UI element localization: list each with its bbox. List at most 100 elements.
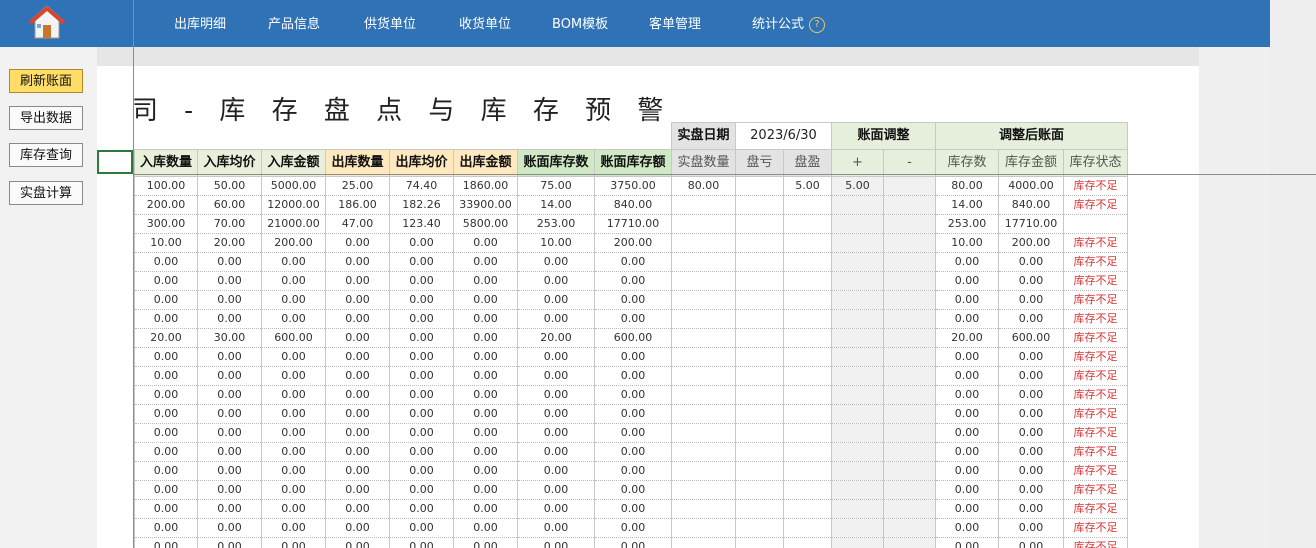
table-cell[interactable]: 0.00 bbox=[134, 461, 198, 481]
table-cell[interactable]: 75.00 bbox=[517, 176, 595, 196]
table-cell[interactable]: 840.00 bbox=[998, 195, 1064, 215]
table-cell[interactable]: 0.00 bbox=[261, 252, 326, 272]
table-cell[interactable]: 库存不足 bbox=[1063, 328, 1128, 348]
table-cell[interactable]: 20.00 bbox=[134, 328, 198, 348]
table-cell[interactable]: 17710.00 bbox=[998, 214, 1064, 234]
table-cell[interactable] bbox=[783, 404, 832, 424]
table-cell[interactable] bbox=[783, 214, 832, 234]
table-cell[interactable]: 库存不足 bbox=[1063, 480, 1128, 500]
table-cell[interactable]: 0.00 bbox=[998, 290, 1064, 310]
table-cell[interactable]: 0.00 bbox=[197, 290, 262, 310]
table-cell[interactable]: 0.00 bbox=[197, 366, 262, 386]
table-cell[interactable] bbox=[735, 347, 784, 367]
table-cell[interactable]: 20.00 bbox=[197, 233, 262, 253]
table-cell[interactable]: 200.00 bbox=[261, 233, 326, 253]
table-cell[interactable]: 0.00 bbox=[998, 423, 1064, 443]
table-cell[interactable] bbox=[783, 347, 832, 367]
table-cell[interactable]: 库存不足 bbox=[1063, 271, 1128, 291]
table-cell[interactable]: 0.00 bbox=[325, 347, 390, 367]
table-cell[interactable]: 0.00 bbox=[935, 404, 999, 424]
table-cell[interactable]: 0.00 bbox=[134, 385, 198, 405]
table-cell[interactable]: 0.00 bbox=[453, 461, 518, 481]
table-cell[interactable] bbox=[783, 195, 832, 215]
table-cell[interactable]: 0.00 bbox=[935, 309, 999, 329]
nav-item-statistics-formula[interactable]: 统计公式? bbox=[752, 13, 826, 33]
table-cell[interactable] bbox=[883, 290, 936, 310]
table-cell[interactable]: 25.00 bbox=[325, 176, 390, 196]
table-cell[interactable]: 0.00 bbox=[261, 461, 326, 481]
table-cell[interactable] bbox=[783, 461, 832, 481]
table-cell[interactable]: 5800.00 bbox=[453, 214, 518, 234]
table-cell[interactable]: 0.00 bbox=[134, 499, 198, 519]
table-cell[interactable]: 0.00 bbox=[517, 404, 595, 424]
table-cell[interactable] bbox=[1063, 214, 1128, 234]
table-cell[interactable]: 0.00 bbox=[261, 366, 326, 386]
table-cell[interactable]: 0.00 bbox=[134, 309, 198, 329]
table-cell[interactable] bbox=[883, 518, 936, 538]
table-cell[interactable]: 0.00 bbox=[453, 499, 518, 519]
table-cell[interactable] bbox=[783, 309, 832, 329]
table-cell[interactable]: 0.00 bbox=[389, 518, 454, 538]
table-cell[interactable] bbox=[883, 404, 936, 424]
table-cell[interactable]: 0.00 bbox=[594, 518, 672, 538]
table-cell[interactable]: 0.00 bbox=[453, 366, 518, 386]
table-cell[interactable] bbox=[883, 252, 936, 272]
help-icon[interactable]: ? bbox=[809, 16, 826, 33]
table-cell[interactable]: 0.00 bbox=[998, 461, 1064, 481]
table-cell[interactable]: 库存不足 bbox=[1063, 347, 1128, 367]
table-cell[interactable]: 0.00 bbox=[134, 537, 198, 548]
table-cell[interactable] bbox=[735, 518, 784, 538]
table-cell[interactable] bbox=[671, 385, 736, 405]
table-cell[interactable] bbox=[831, 518, 884, 538]
table-cell[interactable] bbox=[831, 328, 884, 348]
table-cell[interactable]: 0.00 bbox=[134, 423, 198, 443]
table-cell[interactable]: 0.00 bbox=[935, 537, 999, 548]
table-cell[interactable] bbox=[735, 309, 784, 329]
table-cell[interactable] bbox=[883, 385, 936, 405]
table-cell[interactable] bbox=[783, 252, 832, 272]
table-cell[interactable] bbox=[671, 347, 736, 367]
table-cell[interactable] bbox=[735, 385, 784, 405]
home-icon[interactable] bbox=[28, 4, 66, 40]
table-cell[interactable]: 0.00 bbox=[517, 271, 595, 291]
table-cell[interactable] bbox=[671, 537, 736, 548]
table-cell[interactable]: 12000.00 bbox=[261, 195, 326, 215]
table-cell[interactable] bbox=[735, 442, 784, 462]
physical-count-button[interactable]: 实盘计算 bbox=[9, 181, 83, 205]
table-cell[interactable]: 0.00 bbox=[453, 480, 518, 500]
table-cell[interactable]: 0.00 bbox=[517, 252, 595, 272]
table-cell[interactable]: 74.40 bbox=[389, 176, 454, 196]
table-cell[interactable] bbox=[831, 309, 884, 329]
table-cell[interactable] bbox=[671, 271, 736, 291]
table-cell[interactable]: 0.00 bbox=[453, 385, 518, 405]
table-cell[interactable] bbox=[735, 214, 784, 234]
table-cell[interactable]: 0.00 bbox=[998, 537, 1064, 548]
table-cell[interactable]: 0.00 bbox=[453, 271, 518, 291]
table-cell[interactable]: 0.00 bbox=[389, 404, 454, 424]
table-cell[interactable]: 0.00 bbox=[935, 385, 999, 405]
table-cell[interactable]: 0.00 bbox=[197, 518, 262, 538]
table-cell[interactable] bbox=[883, 537, 936, 548]
table-cell[interactable]: 库存不足 bbox=[1063, 233, 1128, 253]
table-cell[interactable] bbox=[783, 537, 832, 548]
table-cell[interactable]: 0.00 bbox=[134, 404, 198, 424]
table-cell[interactable] bbox=[831, 480, 884, 500]
table-cell[interactable]: 0.00 bbox=[998, 309, 1064, 329]
table-cell[interactable]: 0.00 bbox=[998, 442, 1064, 462]
table-cell[interactable] bbox=[671, 328, 736, 348]
table-cell[interactable] bbox=[671, 252, 736, 272]
table-cell[interactable]: 0.00 bbox=[517, 442, 595, 462]
table-cell[interactable] bbox=[671, 404, 736, 424]
table-cell[interactable]: 库存不足 bbox=[1063, 404, 1128, 424]
table-cell[interactable]: 0.00 bbox=[325, 233, 390, 253]
table-cell[interactable]: 253.00 bbox=[517, 214, 595, 234]
table-cell[interactable]: 库存不足 bbox=[1063, 290, 1128, 310]
table-cell[interactable]: 0.00 bbox=[134, 518, 198, 538]
table-cell[interactable]: 0.00 bbox=[453, 442, 518, 462]
table-cell[interactable]: 0.00 bbox=[389, 328, 454, 348]
table-cell[interactable] bbox=[735, 271, 784, 291]
table-cell[interactable] bbox=[831, 233, 884, 253]
table-cell[interactable]: 0.00 bbox=[389, 423, 454, 443]
table-cell[interactable]: 0.00 bbox=[261, 271, 326, 291]
table-cell[interactable] bbox=[831, 347, 884, 367]
